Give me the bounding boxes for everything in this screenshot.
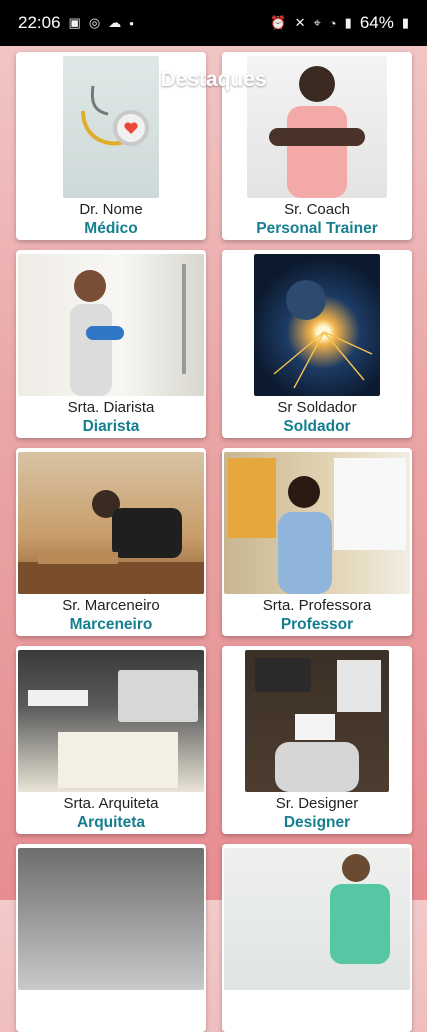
designer-photo <box>245 650 389 792</box>
card-role: Personal Trainer <box>256 220 378 237</box>
card-role: Marceneiro <box>69 616 153 633</box>
card-diarista[interactable]: Srta. Diarista Diarista <box>16 250 206 438</box>
status-left: 22:06 ▣ ◎ ☁ • <box>18 13 134 33</box>
carpenter-photo <box>18 452 204 594</box>
card-name: Srta. Professora <box>262 597 372 614</box>
partial-photo-left <box>18 848 204 990</box>
card-name: Sr. Coach <box>284 201 350 218</box>
location-icon: ⌖ <box>313 15 321 30</box>
card-name: Srta. Arquiteta <box>63 795 159 812</box>
cleaner-photo <box>18 254 204 396</box>
card-role: Soldador <box>283 418 351 435</box>
card-role: Médico <box>84 220 138 237</box>
card-marceneiro[interactable]: Sr. Marceneiro Marceneiro <box>16 448 206 636</box>
card-name: Dr. Nome <box>79 201 143 218</box>
welder-photo <box>254 254 380 396</box>
card-professora[interactable]: Srta. Professora Professor <box>222 448 412 636</box>
wifi-icon: ◔ <box>328 15 337 31</box>
professionals-grid: Dr. Nome Médico Sr. Coach Personal Train… <box>16 52 412 1032</box>
card-designer[interactable]: Sr. Designer Designer <box>222 646 412 834</box>
status-right: ⏰ ✕ ⌖ ◔ ▮ 64% ▮ <box>270 13 409 33</box>
battery-icon: ▮ <box>401 15 409 30</box>
card-partial-right[interactable] <box>222 844 412 1032</box>
card-arquiteta[interactable]: Srta. Arquiteta Arquiteta <box>16 646 206 834</box>
card-soldador[interactable]: Sr Soldador Soldador <box>222 250 412 438</box>
app-bar: Destaques <box>0 46 427 116</box>
gallery-icon: ▣ <box>68 15 81 30</box>
page-title: Destaques <box>160 68 267 91</box>
card-role: Arquiteta <box>76 814 146 831</box>
card-name: Srta. Diarista <box>67 399 155 416</box>
card-name: Sr. Marceneiro <box>62 597 160 614</box>
card-partial-left[interactable] <box>16 844 206 1032</box>
whatsapp-icon: ◎ <box>88 15 101 30</box>
card-role: Diarista <box>82 418 140 435</box>
card-name: Sr. Designer <box>275 795 359 812</box>
card-name: Sr Soldador <box>277 399 357 416</box>
architect-photo <box>18 650 204 792</box>
notification-icon: ☁ <box>108 15 122 30</box>
battery-level: 64% <box>359 13 394 32</box>
signal-icon: ▮ <box>344 15 352 30</box>
mute-icon: ✕ <box>294 15 306 30</box>
card-role: Designer <box>283 814 351 831</box>
status-bar: 22:06 ▣ ◎ ☁ • ⏰ ✕ ⌖ ◔ ▮ 64% ▮ <box>0 0 427 46</box>
status-time: 22:06 <box>18 13 61 32</box>
partial-photo-right <box>224 848 410 990</box>
card-role: Professor <box>280 616 354 633</box>
teacher-photo <box>224 452 410 594</box>
dot-icon: • <box>129 15 134 31</box>
alarm-icon: ⏰ <box>270 15 287 30</box>
